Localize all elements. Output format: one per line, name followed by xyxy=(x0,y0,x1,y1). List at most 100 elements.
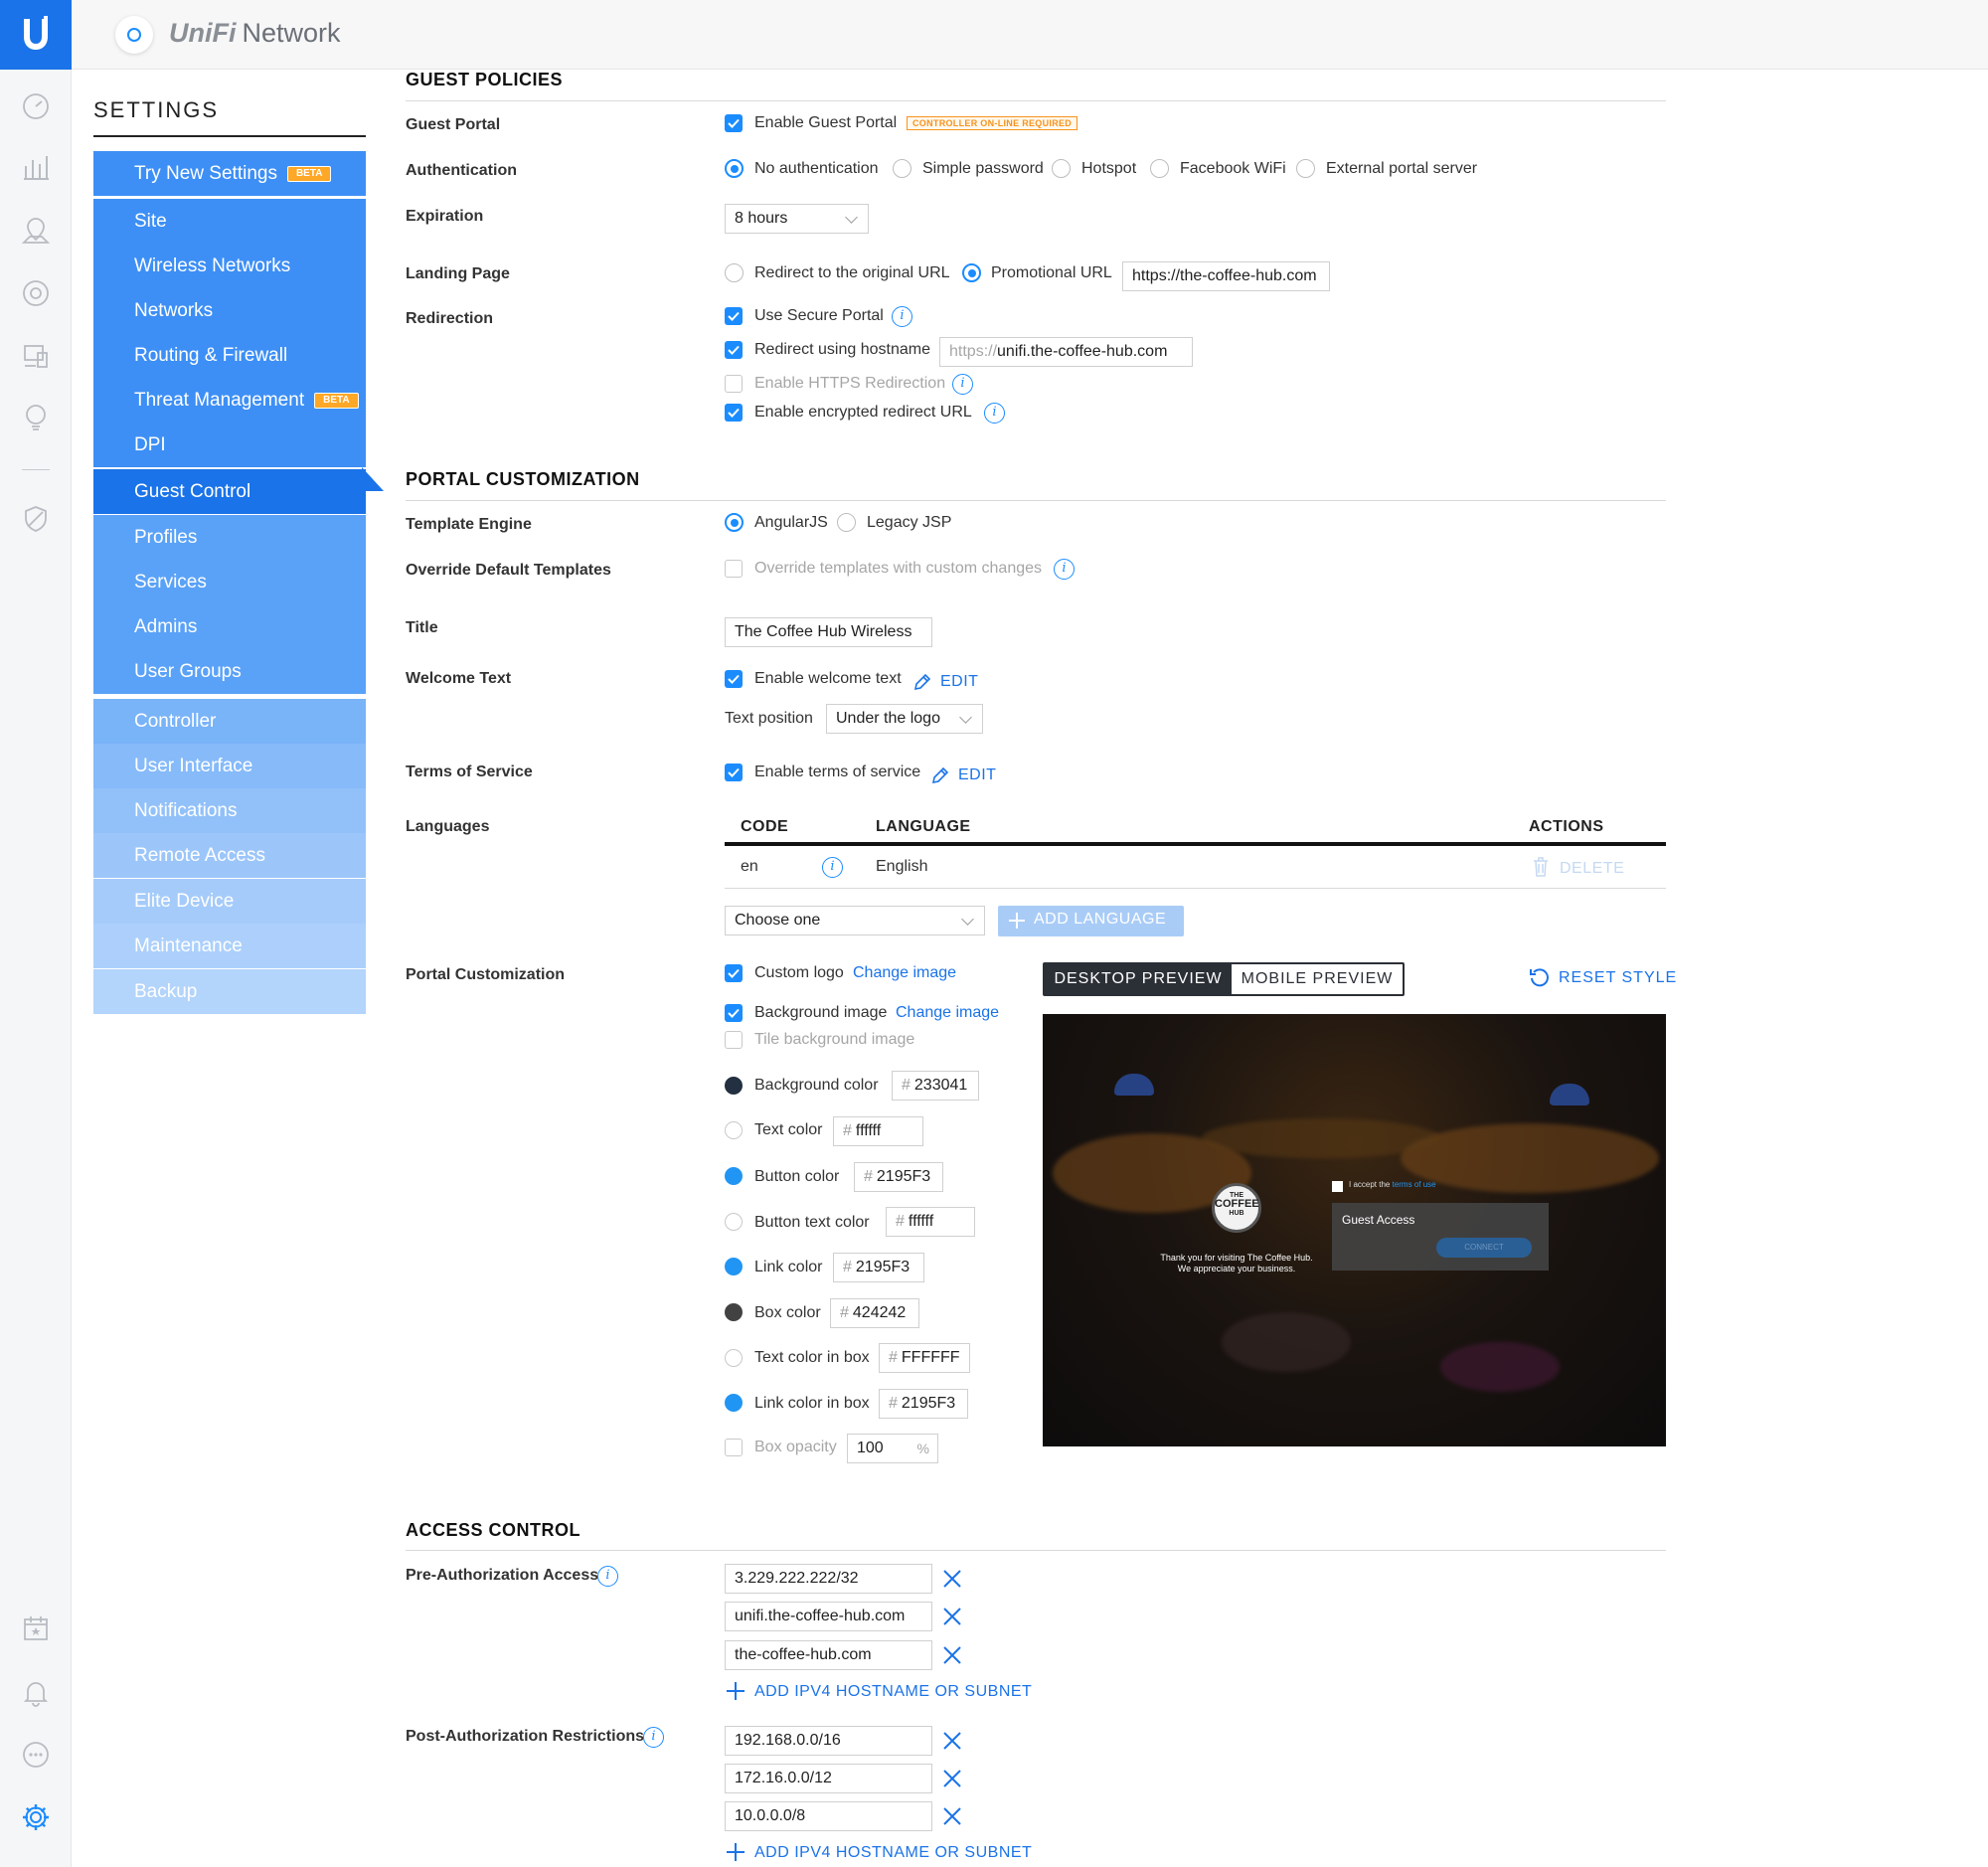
insights-icon[interactable] xyxy=(21,403,51,432)
sidebar-item-services[interactable]: Services xyxy=(93,560,366,604)
enable-guest-portal-checkbox[interactable] xyxy=(725,114,743,132)
close-icon[interactable] xyxy=(940,1729,964,1753)
pencil-icon[interactable] xyxy=(912,672,932,692)
add-pre-auth-button[interactable]: ADD IPV4 HOSTNAME OR SUBNET xyxy=(754,1683,1032,1701)
auth-facebook-radio[interactable] xyxy=(1150,159,1169,178)
button-color-input[interactable]: #2195F3 xyxy=(854,1162,943,1192)
gear-icon[interactable] xyxy=(21,1802,51,1832)
redirect-original-radio[interactable] xyxy=(725,263,744,282)
auth-hotspot-radio[interactable] xyxy=(1052,159,1071,178)
https-redirection-checkbox[interactable] xyxy=(725,375,743,393)
clients-icon[interactable] xyxy=(21,341,51,371)
devices-icon[interactable] xyxy=(21,278,51,308)
desktop-preview-tab[interactable]: DESKTOP PREVIEW xyxy=(1045,964,1232,994)
map-icon[interactable] xyxy=(21,216,51,246)
change-background-link[interactable]: Change image xyxy=(896,1004,999,1022)
post-auth-entry-input[interactable]: 192.168.0.0/16 xyxy=(725,1726,932,1756)
sidebar-item-networks[interactable]: Networks xyxy=(93,288,366,333)
auth-none-radio[interactable] xyxy=(725,159,744,178)
promotional-url-radio[interactable] xyxy=(962,263,981,282)
secure-portal-checkbox[interactable] xyxy=(725,307,743,325)
auth-external-radio[interactable] xyxy=(1296,159,1315,178)
text-position-select[interactable]: Under the logo xyxy=(826,704,983,734)
background-color-input[interactable]: #233041 xyxy=(892,1071,979,1101)
info-icon[interactable]: i xyxy=(892,306,912,327)
change-logo-link[interactable]: Change image xyxy=(853,964,956,982)
link-color-in-box-input[interactable]: #2195F3 xyxy=(879,1389,968,1419)
terms-edit-button[interactable]: EDIT xyxy=(958,766,996,784)
bell-icon[interactable] xyxy=(21,1677,51,1707)
sidebar-item-controller[interactable]: Controller xyxy=(93,699,366,744)
sidebar-item-remote-access[interactable]: Remote Access xyxy=(93,833,366,878)
info-icon[interactable]: i xyxy=(822,857,843,878)
info-icon[interactable]: i xyxy=(984,403,1005,424)
box-color-input[interactable]: #424242 xyxy=(830,1298,919,1328)
dashboard-icon[interactable] xyxy=(21,91,51,121)
terms-checkbox[interactable] xyxy=(725,764,743,781)
expiration-select[interactable]: 8 hours xyxy=(725,204,869,234)
sidebar-item-dpi[interactable]: DPI xyxy=(93,423,366,467)
angularjs-radio[interactable] xyxy=(725,513,744,532)
info-icon[interactable]: i xyxy=(952,374,973,395)
sidebar-item-guest-control[interactable]: Guest Control xyxy=(93,469,366,514)
text-color-in-box-input[interactable]: # FFFFFF xyxy=(879,1343,970,1373)
plus-icon[interactable] xyxy=(725,1841,746,1863)
title-input[interactable]: The Coffee Hub Wireless xyxy=(725,617,932,647)
sidebar-item-maintenance[interactable]: Maintenance xyxy=(93,924,366,968)
add-language-button[interactable]: ADD LANGUAGE xyxy=(998,906,1184,936)
post-auth-entry-input[interactable]: 172.16.0.0/12 xyxy=(725,1764,932,1793)
override-templates-checkbox[interactable] xyxy=(725,560,743,578)
delete-language-button[interactable]: DELETE xyxy=(1560,860,1624,878)
info-icon[interactable]: i xyxy=(597,1566,618,1587)
welcome-text-checkbox[interactable] xyxy=(725,670,743,688)
color-swatch[interactable] xyxy=(725,1349,743,1367)
color-swatch[interactable] xyxy=(725,1167,743,1185)
pencil-icon[interactable] xyxy=(930,765,950,785)
close-icon[interactable] xyxy=(940,1767,964,1790)
link-color-input[interactable]: #2195F3 xyxy=(833,1253,924,1282)
sidebar-item-user-interface[interactable]: User Interface xyxy=(93,744,366,788)
sidebar-item-backup[interactable]: Backup xyxy=(93,969,366,1014)
color-swatch[interactable] xyxy=(725,1077,743,1095)
statistics-icon[interactable] xyxy=(21,152,51,182)
add-post-auth-button[interactable]: ADD IPV4 HOSTNAME OR SUBNET xyxy=(754,1844,1032,1862)
sidebar-item-admins[interactable]: Admins xyxy=(93,604,366,649)
text-color-input[interactable]: # ffffff xyxy=(833,1116,923,1146)
promotional-url-input[interactable]: https://the-coffee-hub.com xyxy=(1122,261,1330,291)
button-text-color-input[interactable]: # ffffff xyxy=(886,1207,975,1237)
sidebar-item-try-new-settings[interactable]: Try New Settings BETA xyxy=(93,151,366,196)
tile-background-checkbox[interactable] xyxy=(725,1031,743,1049)
color-swatch[interactable] xyxy=(725,1258,743,1275)
redirect-hostname-checkbox[interactable] xyxy=(725,341,743,359)
ubiquiti-logo-icon[interactable] xyxy=(0,0,72,70)
color-swatch[interactable] xyxy=(725,1121,743,1139)
legacy-jsp-radio[interactable] xyxy=(837,513,856,532)
calendar-icon[interactable] xyxy=(21,1613,51,1643)
color-swatch[interactable] xyxy=(725,1394,743,1412)
choose-language-select[interactable]: Choose one xyxy=(725,906,985,935)
box-opacity-checkbox[interactable] xyxy=(725,1439,743,1456)
close-icon[interactable] xyxy=(940,1567,964,1591)
pre-auth-entry-input[interactable]: the-coffee-hub.com xyxy=(725,1640,932,1670)
sidebar-item-site[interactable]: Site xyxy=(93,199,366,244)
sidebar-item-routing-firewall[interactable]: Routing & Firewall xyxy=(93,333,366,378)
sidebar-item-notifications[interactable]: Notifications xyxy=(93,788,366,833)
box-opacity-input[interactable]: 100% xyxy=(847,1434,938,1463)
welcome-edit-button[interactable]: EDIT xyxy=(940,673,978,691)
plus-icon[interactable] xyxy=(725,1680,746,1702)
close-icon[interactable] xyxy=(940,1605,964,1628)
info-icon[interactable]: i xyxy=(643,1727,664,1748)
info-icon[interactable]: i xyxy=(1054,559,1075,580)
sidebar-item-elite-device[interactable]: Elite Device xyxy=(93,879,366,924)
color-swatch[interactable] xyxy=(725,1303,743,1321)
chat-icon[interactable] xyxy=(21,1740,51,1770)
sidebar-item-user-groups[interactable]: User Groups xyxy=(93,649,366,694)
custom-logo-checkbox[interactable] xyxy=(725,964,743,982)
shield-icon[interactable] xyxy=(21,504,51,534)
post-auth-entry-input[interactable]: 10.0.0.0/8 xyxy=(725,1801,932,1831)
redirect-hostname-input[interactable]: https://unifi.the-coffee-hub.com xyxy=(939,337,1193,367)
mobile-preview-tab[interactable]: MOBILE PREVIEW xyxy=(1232,964,1403,994)
sidebar-item-profiles[interactable]: Profiles xyxy=(93,515,366,560)
close-icon[interactable] xyxy=(940,1804,964,1828)
sidebar-item-wireless-networks[interactable]: Wireless Networks xyxy=(93,244,366,288)
